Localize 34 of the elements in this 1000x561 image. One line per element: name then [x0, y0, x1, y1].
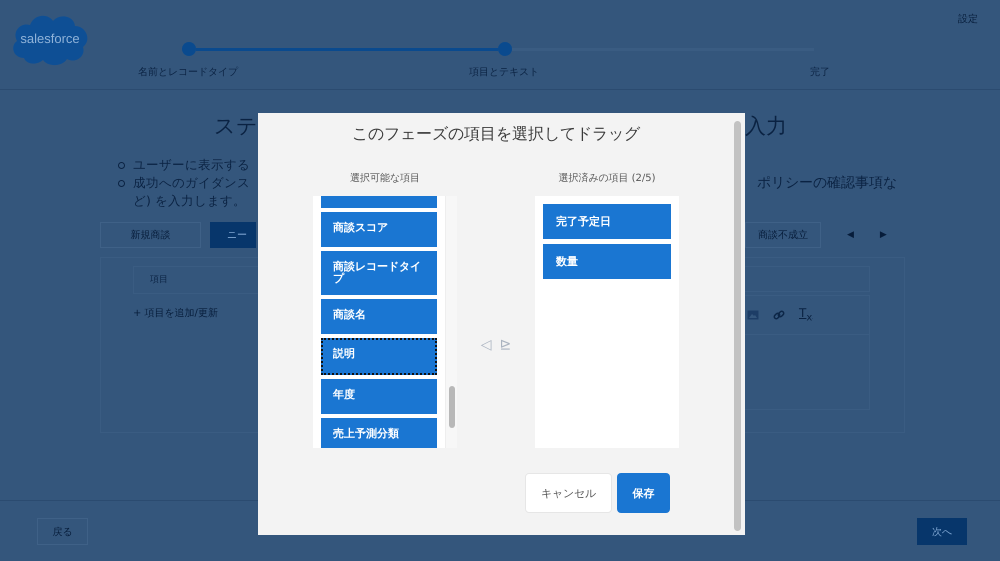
logo-text: salesforce	[20, 30, 80, 46]
next-button[interactable]: 次へ	[917, 518, 967, 545]
modal-title: このフェーズの項目を選択してドラッグ	[351, 124, 642, 145]
list-item[interactable]	[321, 196, 437, 208]
scrollbar-thumb[interactable]	[734, 121, 741, 531]
bullet-text: 成功へのガイダンス	[133, 174, 250, 192]
page-title: 入力	[745, 113, 788, 140]
list-heading: 選択可能な項目	[349, 172, 421, 185]
save-button[interactable]: 保存	[617, 473, 670, 513]
image-icon[interactable]	[747, 310, 759, 320]
text-field[interactable]	[745, 266, 870, 292]
list-heading: 選択済みの項目 (2/5)	[557, 172, 657, 185]
list-item[interactable]: 商談スコア	[321, 212, 437, 247]
link-icon[interactable]	[773, 309, 785, 321]
bullet-text: ど) を入力します。	[132, 192, 247, 210]
bullet-text: ポリシーの確認事項な	[756, 174, 898, 193]
list-item[interactable]: 数量	[543, 244, 671, 279]
step-label: 名前とレコードタイプ	[137, 66, 240, 79]
bullet-text: ユーザーに表示する	[133, 156, 250, 174]
list-item[interactable]: 年度	[321, 379, 437, 414]
bullet-icon	[118, 180, 125, 186]
cancel-button[interactable]: キャンセル	[525, 473, 612, 513]
list-item[interactable]: 完了予定日	[543, 204, 671, 239]
page-title: ステ	[213, 113, 258, 140]
scrollbar-thumb[interactable]	[448, 386, 454, 428]
list-item[interactable]: 商談名	[321, 299, 437, 334]
list-item[interactable]: 説明	[321, 338, 437, 375]
bullet-icon	[118, 162, 125, 168]
step-label: 完了	[809, 66, 831, 79]
list-item[interactable]: 商談レコードタイプ	[321, 251, 437, 295]
column-header: 項目	[133, 266, 258, 294]
list-item[interactable]: 売上予測分類	[321, 418, 437, 448]
step-label: 項目とテキスト	[468, 66, 540, 79]
stage-tab[interactable]: ニー	[210, 222, 256, 248]
